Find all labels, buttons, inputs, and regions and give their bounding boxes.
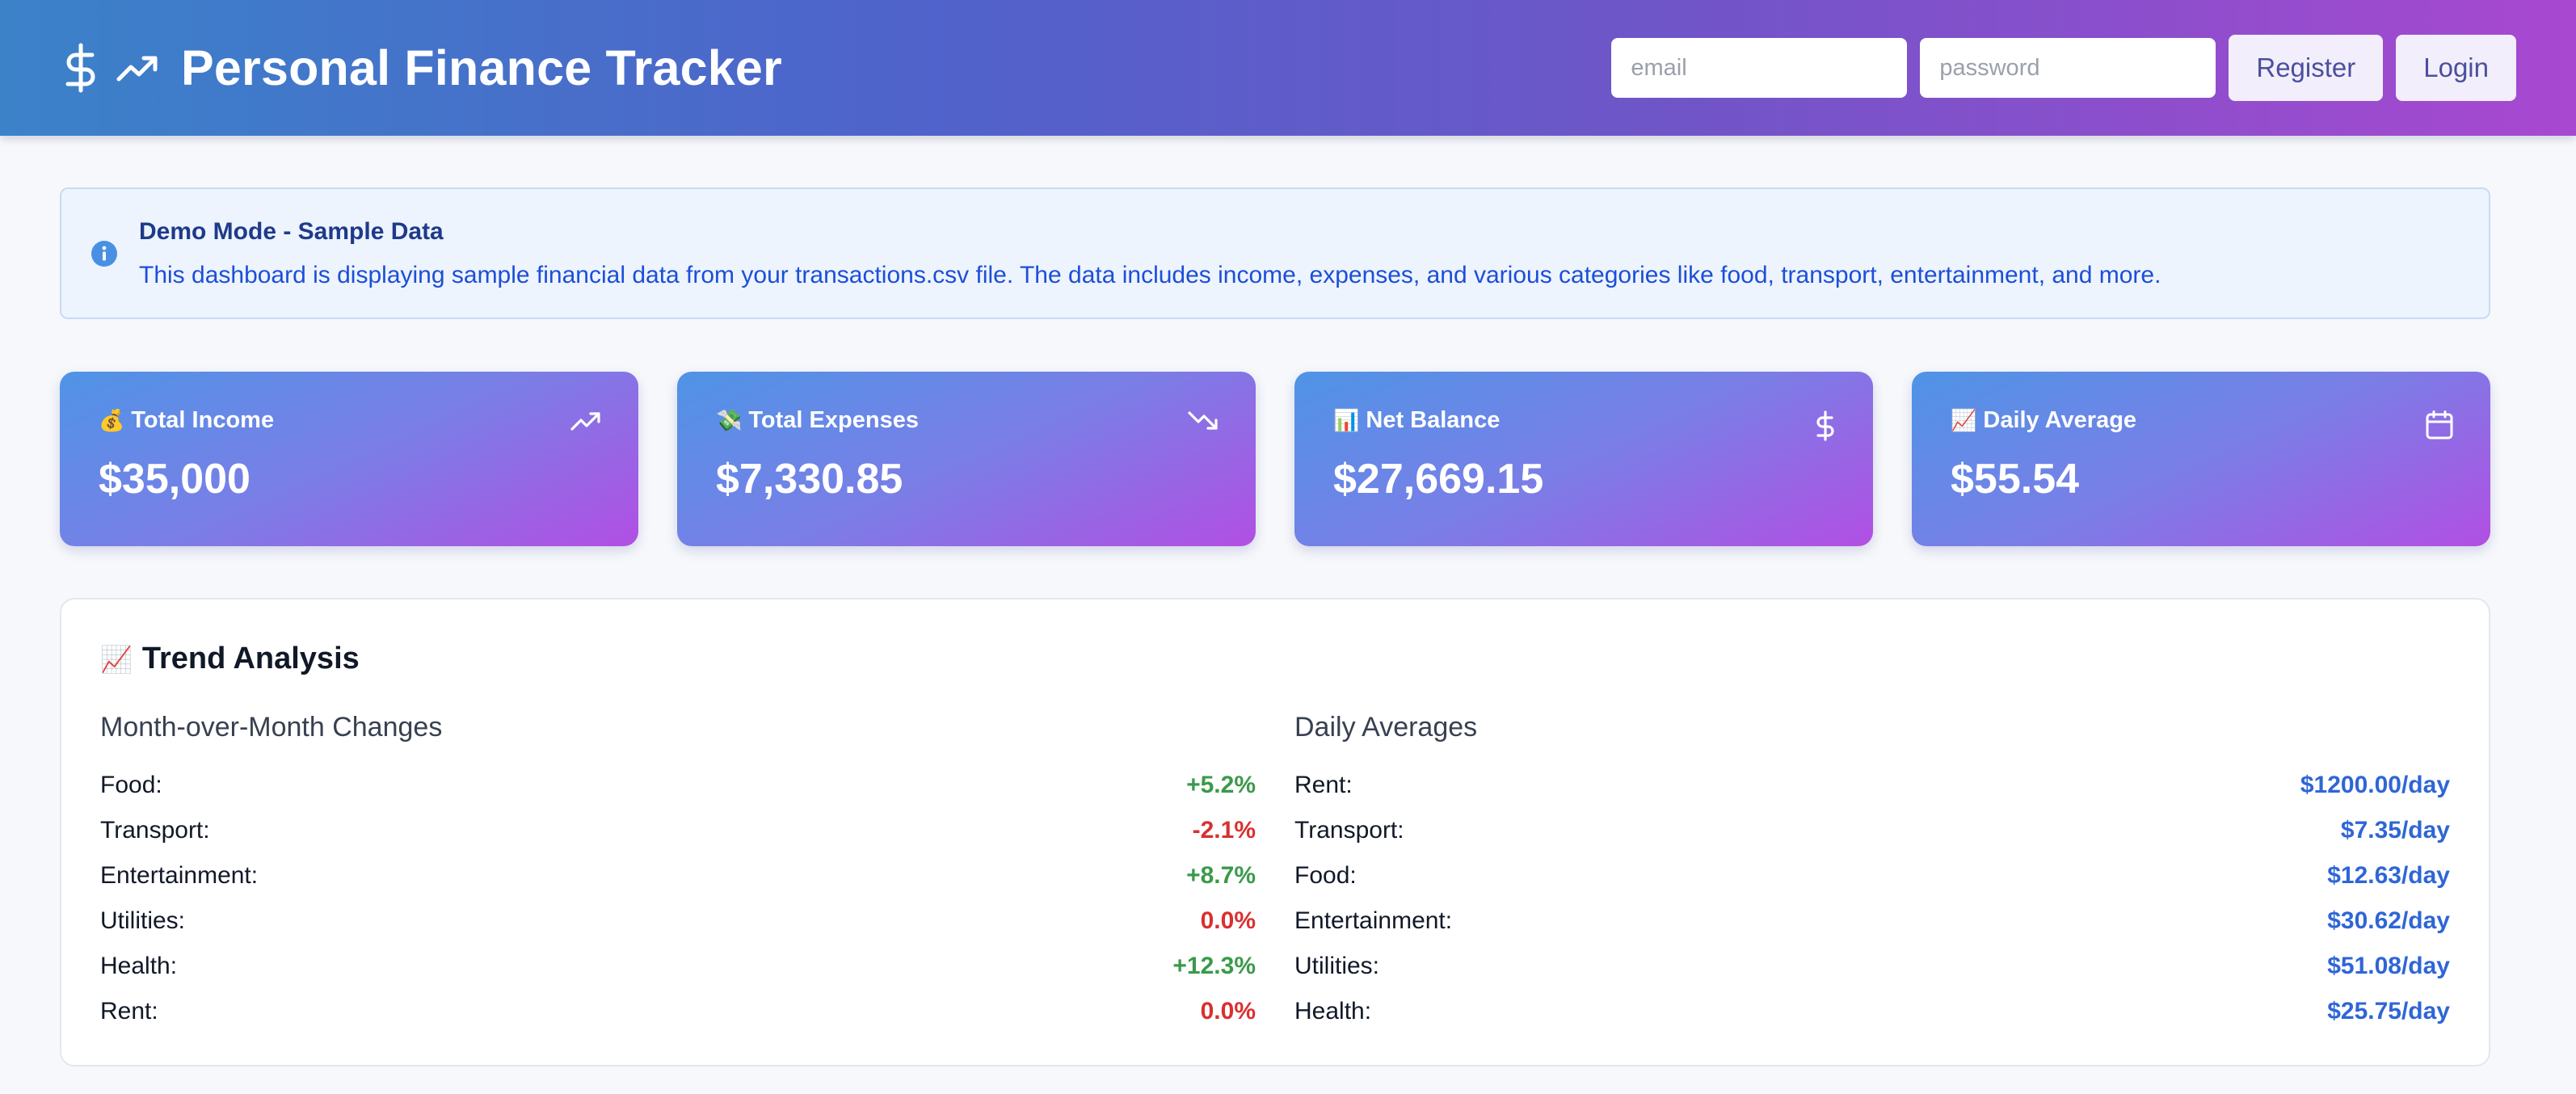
card-value: $7,330.85: [716, 456, 903, 503]
trend-analysis-panel: 📈 Trend Analysis Month-over-Month Change…: [60, 598, 2490, 1067]
category-label: Transport:: [100, 817, 210, 844]
average-value: $12.63/day: [2327, 862, 2450, 889]
card-daily-average: 📈 Daily Average $55.54: [1912, 372, 2490, 546]
calendar-icon: [2426, 410, 2453, 444]
category-label: Food:: [100, 772, 162, 798]
change-value: 0.0%: [1200, 998, 1256, 1025]
category-label: Health:: [1294, 998, 1372, 1025]
auth-form: Register Login: [1611, 35, 2516, 101]
list-item: Entertainment: $30.62/day: [1294, 898, 2450, 944]
card-net-balance: 📊 Net Balance $27,669.15: [1294, 372, 1873, 546]
category-label: Rent:: [100, 998, 158, 1025]
average-value: $1200.00/day: [2300, 772, 2450, 798]
card-value: $35,000: [99, 456, 250, 503]
app-title: Personal Finance Tracker: [181, 40, 782, 95]
change-value: +5.2%: [1186, 772, 1256, 798]
card-label-text: Total Expenses: [748, 407, 919, 433]
register-button[interactable]: Register: [2229, 35, 2384, 101]
category-label: Food:: [1294, 862, 1357, 889]
list-item: Rent: $1200.00/day: [1294, 763, 2450, 808]
dollar-icon: [63, 43, 99, 93]
brand: Personal Finance Tracker: [63, 40, 782, 96]
info-icon: [91, 240, 117, 267]
section-title: Month-over-Month Changes: [100, 712, 443, 743]
change-value: -2.1%: [1192, 817, 1256, 844]
list-item: Utilities: $51.08/day: [1294, 944, 2450, 989]
average-value: $51.08/day: [2327, 953, 2450, 979]
category-label: Entertainment:: [1294, 907, 1453, 934]
list-item: Transport: $7.35/day: [1294, 808, 2450, 853]
panel-title: 📈 Trend Analysis: [100, 642, 2450, 676]
email-input[interactable]: [1611, 38, 1908, 98]
category-label: Health:: [100, 953, 178, 979]
password-input[interactable]: [1920, 38, 2216, 98]
dollar-icon: [1815, 410, 1836, 445]
list-item: Utilities: 0.0%: [100, 898, 1256, 944]
category-label: Transport:: [1294, 817, 1404, 844]
card-label: 📊 Net Balance: [1333, 407, 1834, 434]
stat-cards: 💰 Total Income $35,000 💸 Total Expenses …: [60, 372, 2490, 546]
app-header: Personal Finance Tracker Register Login: [0, 0, 2576, 136]
daily-averages-section: Daily Averages Rent: $1200.00/day Transp…: [1294, 712, 2450, 1034]
card-label-text: Total Income: [131, 407, 275, 433]
trending-down-icon: [1188, 410, 1219, 435]
change-value: +12.3%: [1172, 953, 1256, 979]
trend-columns: Month-over-Month Changes Food: +5.2% Tra…: [100, 712, 2450, 1034]
card-label: 💰 Total Income: [99, 407, 600, 434]
category-label: Entertainment:: [100, 862, 259, 889]
trending-up-icon: [116, 53, 158, 82]
average-value: $30.62/day: [2327, 907, 2450, 934]
list-item: Transport: -2.1%: [100, 808, 1256, 853]
list-item: Health: $25.75/day: [1294, 989, 2450, 1034]
list-item: Entertainment: +8.7%: [100, 853, 1256, 898]
month-over-month-section: Month-over-Month Changes Food: +5.2% Tra…: [100, 712, 1256, 1034]
bar-chart-emoji: 📊: [1333, 408, 1360, 433]
chart-increasing-emoji: 📈: [1951, 408, 1977, 433]
card-label: 💸 Total Expenses: [716, 407, 1217, 434]
list-item: Food: +5.2%: [100, 763, 1256, 808]
average-value: $7.35/day: [2340, 817, 2450, 844]
card-label-text: Daily Average: [1983, 407, 2137, 433]
section-title: Daily Averages: [1294, 712, 1478, 743]
card-total-expenses: 💸 Total Expenses $7,330.85: [677, 372, 1256, 546]
money-wings-emoji: 💸: [716, 408, 743, 433]
change-value: 0.0%: [1200, 907, 1256, 934]
average-value: $25.75/day: [2327, 998, 2450, 1025]
card-value: $27,669.15: [1333, 456, 1544, 503]
category-label: Utilities:: [1294, 953, 1380, 979]
card-total-income: 💰 Total Income $35,000: [60, 372, 638, 546]
trending-up-icon: [570, 410, 601, 435]
change-value: +8.7%: [1186, 862, 1256, 889]
login-button[interactable]: Login: [2396, 35, 2516, 101]
list-item: Rent: 0.0%: [100, 989, 1256, 1034]
money-bag-emoji: 💰: [99, 408, 125, 433]
banner-text: This dashboard is displaying sample fina…: [139, 261, 2161, 288]
banner-title: Demo Mode - Sample Data: [139, 217, 444, 245]
category-label: Utilities:: [100, 907, 186, 934]
card-label-text: Net Balance: [1366, 407, 1501, 433]
list-item: Health: +12.3%: [100, 944, 1256, 989]
panel-title-text: Trend Analysis: [141, 642, 360, 675]
card-label: 📈 Daily Average: [1951, 407, 2452, 434]
category-label: Rent:: [1294, 772, 1353, 798]
card-value: $55.54: [1951, 456, 2080, 503]
demo-banner: Demo Mode - Sample Data This dashboard i…: [60, 187, 2490, 319]
list-item: Food: $12.63/day: [1294, 853, 2450, 898]
banner-content: Demo Mode - Sample Data This dashboard i…: [139, 218, 2161, 289]
chart-increasing-emoji: 📈: [100, 643, 133, 675]
